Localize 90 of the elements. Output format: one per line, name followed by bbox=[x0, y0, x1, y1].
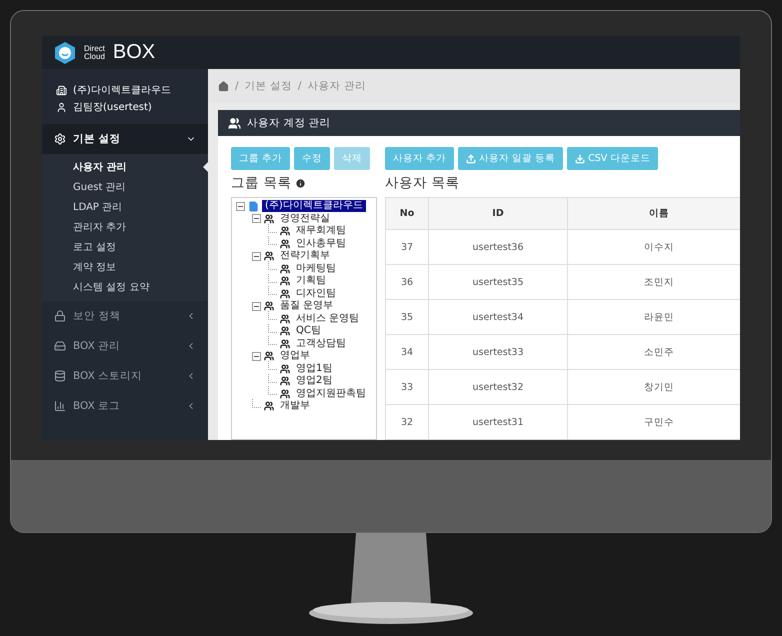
users-icon bbox=[280, 364, 290, 374]
home-icon[interactable] bbox=[218, 80, 229, 92]
tree-item[interactable]: 디자인팀 bbox=[293, 288, 339, 300]
submenu-item[interactable]: 로고 설정 bbox=[42, 237, 208, 257]
column-header[interactable]: No bbox=[386, 198, 428, 230]
users-icon bbox=[264, 214, 274, 224]
users-icon bbox=[264, 301, 274, 312]
table-cell: 37 bbox=[386, 230, 428, 264]
collapse-icon[interactable] bbox=[252, 302, 261, 311]
section-title: 그룹 목록 bbox=[231, 174, 292, 192]
sidebar-menu-item[interactable]: 보안 정책 bbox=[42, 301, 208, 331]
document-icon bbox=[248, 200, 259, 212]
users-icon bbox=[264, 351, 274, 362]
tree-item[interactable]: QC팀 bbox=[293, 325, 324, 338]
brand-text: Direct bbox=[84, 44, 105, 52]
breadcrumb-separator: / bbox=[235, 80, 239, 92]
tree-item[interactable]: (주)다이렉트클라우드 bbox=[262, 200, 366, 212]
collapse-icon[interactable] bbox=[236, 202, 245, 211]
building-icon bbox=[56, 84, 67, 96]
users-icon bbox=[280, 314, 290, 324]
tree-item[interactable]: 기획팀 bbox=[293, 275, 329, 288]
submenu-item[interactable]: 계약 정보 bbox=[42, 257, 208, 277]
table-cell: usertest35 bbox=[428, 264, 568, 300]
table-cell: 34 bbox=[386, 334, 428, 370]
collapse-icon[interactable] bbox=[252, 214, 261, 224]
users-icon bbox=[264, 251, 274, 262]
tree-item[interactable]: 경영전략실 bbox=[277, 212, 333, 225]
table-cell: usertest32 bbox=[428, 370, 568, 404]
user-icon bbox=[56, 102, 67, 112]
tree-item[interactable]: 영업2팀 bbox=[293, 375, 336, 388]
collapse-icon[interactable] bbox=[252, 252, 261, 261]
sidebar-menu-item[interactable]: BOX 관리 bbox=[42, 331, 208, 361]
info-icon[interactable] bbox=[295, 178, 306, 188]
company-name: (주)다이렉트클라우드 bbox=[73, 84, 171, 97]
submenu-item[interactable]: LDAP 관리 bbox=[42, 197, 208, 217]
submenu-item[interactable]: 시스템 설정 요약 bbox=[42, 277, 208, 297]
lock-icon bbox=[54, 310, 66, 322]
user-name: 김팀장(usertest) bbox=[73, 101, 152, 114]
active-pointer-icon bbox=[203, 162, 208, 172]
tree-item[interactable]: 전략기획부 bbox=[277, 250, 333, 262]
sidebar-menu-item[interactable]: 기본 설정 bbox=[42, 124, 208, 154]
column-header[interactable]: ID bbox=[428, 198, 568, 230]
sidebar-menu-item[interactable]: BOX 로그 bbox=[42, 391, 208, 421]
tree-item[interactable]: 개발부 bbox=[277, 400, 313, 412]
tree-item[interactable]: 인사총무팀 bbox=[293, 238, 349, 250]
table-cell: usertest36 bbox=[428, 230, 568, 264]
download-icon bbox=[575, 154, 586, 164]
users-icon bbox=[280, 388, 290, 399]
collapse-icon[interactable] bbox=[252, 352, 261, 361]
submenu-item[interactable]: 관리자 추가 bbox=[42, 217, 208, 237]
brand-text: Cloud bbox=[84, 52, 105, 60]
table-cell: 32 bbox=[386, 404, 428, 440]
users-icon bbox=[280, 288, 290, 299]
submenu-item[interactable]: Guest 관리 bbox=[42, 177, 208, 197]
tree-item[interactable]: 영업지원판촉팀 bbox=[293, 388, 369, 400]
column-header[interactable]: 이름 bbox=[568, 198, 740, 230]
table-cell: 33 bbox=[386, 370, 428, 404]
tree-item[interactable]: 재무회계팀 bbox=[293, 225, 349, 238]
users-icon bbox=[228, 116, 241, 130]
bar-chart-icon bbox=[54, 400, 66, 412]
users-icon bbox=[264, 401, 274, 412]
tree-item[interactable]: 마케팅팀 bbox=[293, 262, 339, 275]
table-cell: usertest33 bbox=[428, 334, 568, 370]
users-icon bbox=[280, 338, 290, 349]
table-cell: 36 bbox=[386, 264, 428, 300]
database-icon bbox=[54, 370, 66, 382]
users-icon bbox=[280, 326, 290, 336]
table-cell: usertest31 bbox=[428, 404, 568, 440]
tree-item[interactable]: 영업부 bbox=[277, 350, 313, 362]
users-icon bbox=[280, 238, 290, 249]
breadcrumb-separator: / bbox=[298, 80, 302, 92]
submenu-item[interactable]: 사용자 관리 bbox=[42, 157, 208, 177]
table-cell: 35 bbox=[386, 300, 428, 334]
users-icon bbox=[280, 276, 290, 286]
sidebar-menu-item[interactable]: BOX 스토리지 bbox=[42, 361, 208, 391]
table-cell: usertest34 bbox=[428, 300, 568, 334]
users-icon bbox=[280, 376, 290, 386]
brand-name: BOX bbox=[112, 41, 156, 64]
tree-item[interactable]: 서비스 운영팀 bbox=[293, 312, 362, 325]
upload-icon bbox=[466, 154, 476, 164]
drive-icon bbox=[54, 340, 66, 352]
users-icon bbox=[280, 264, 290, 274]
tree-item[interactable]: 고객상담팀 bbox=[293, 338, 349, 350]
tree-item[interactable]: 영업1팀 bbox=[293, 362, 336, 375]
section-title: 사용자 목록 bbox=[385, 174, 460, 192]
panel-title: 사용자 계정 관리 bbox=[247, 116, 331, 130]
tree-item[interactable]: 품질 운영부 bbox=[277, 300, 336, 312]
users-icon bbox=[280, 226, 290, 236]
cloud-face-logo-icon bbox=[54, 40, 76, 64]
gear-icon bbox=[54, 133, 66, 145]
